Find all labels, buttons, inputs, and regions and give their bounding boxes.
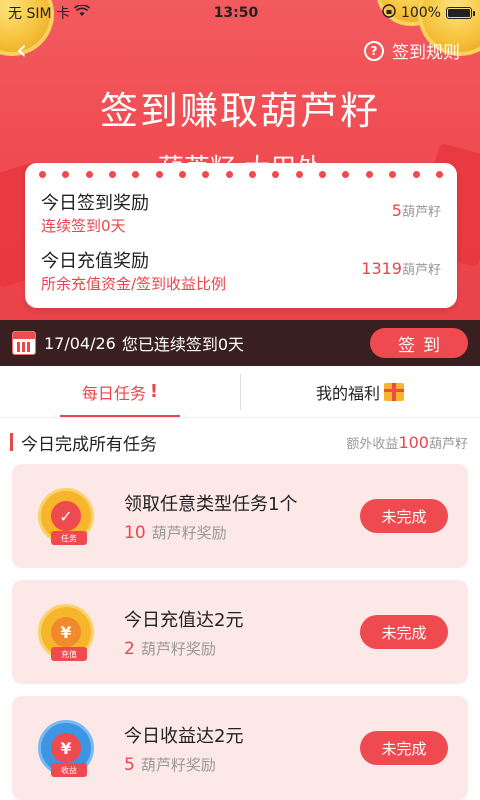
badge-ribbon: 充值: [51, 647, 87, 661]
recharge-reward-value: 1319葫芦籽: [361, 259, 441, 278]
card-dot: [319, 171, 327, 178]
task-status-button[interactable]: 未完成: [360, 615, 448, 649]
card-dot: [295, 171, 303, 178]
task-badge-icon: ✓ 任务: [38, 488, 94, 545]
card-dot: [272, 171, 280, 178]
signin-bar: 17/04/26 您已连续签到0天 签到: [0, 320, 480, 366]
card-dot: [342, 171, 350, 178]
task-reward-unit: 葫芦籽奖励: [151, 523, 227, 542]
signin-button[interactable]: 签到: [370, 328, 468, 358]
card-dot: [412, 171, 420, 178]
tab-bar: 每日任务 ! 我的福利: [0, 366, 480, 418]
status-bar: 无 SIM 卡 13:50 100%: [0, 0, 480, 26]
task-card: ¥ 收益 今日收益达2元 5 葫芦籽奖励 未完成: [12, 696, 468, 800]
task-body: 今日收益达2元 5 葫芦籽奖励: [124, 722, 360, 775]
recharge-reward-unit: 葫芦籽: [401, 263, 441, 278]
task-reward-number: 5: [124, 754, 135, 775]
section-header: 今日完成所有任务 额外收益100葫芦籽: [0, 428, 480, 456]
badge-ribbon: 任务: [51, 531, 87, 545]
task-title: 领取任意类型任务1个: [124, 493, 298, 515]
tab-my-benefits[interactable]: 我的福利: [240, 366, 480, 417]
alert-icon: !: [149, 381, 159, 402]
card-dot: [225, 171, 233, 178]
task-title: 今日收益达2元: [124, 725, 244, 747]
card-dot: [109, 171, 117, 178]
battery-icon: [445, 7, 475, 19]
task-reward-unit: 葫芦籽奖励: [140, 639, 216, 658]
card-dots-decoration: [39, 171, 443, 178]
section-title: 今日完成所有任务: [21, 434, 157, 455]
card-dot: [365, 171, 373, 178]
extra-reward-unit: 葫芦籽: [428, 436, 468, 452]
signin-date: 17/04/26: [44, 333, 116, 353]
tab-label: 我的福利: [315, 383, 380, 403]
recharge-badge-icon: ¥ 充值: [38, 604, 94, 661]
task-reward: 2 葫芦籽奖励: [124, 638, 360, 659]
signin-reward-unit: 葫芦籽: [401, 205, 441, 220]
task-reward: 10 葫芦籽奖励: [124, 522, 360, 543]
wifi-icon: [73, 4, 91, 21]
task-title: 今日充值达2元: [124, 609, 244, 631]
card-dot: [249, 171, 257, 178]
task-reward-unit: 葫芦籽奖励: [140, 755, 216, 774]
signin-reward-row: 今日签到奖励 连续签到0天 5葫芦籽: [41, 185, 441, 243]
card-dot: [202, 171, 210, 178]
badge-ribbon: 收益: [51, 763, 87, 777]
recharge-reward-number: 1319: [361, 259, 402, 278]
extra-reward-prefix: 额外收益: [346, 436, 399, 452]
carrier-text: 无 SIM 卡: [8, 6, 70, 22]
card-dot: [389, 171, 397, 178]
streak-text: 连续签到0天: [41, 217, 126, 235]
card-dot: [62, 171, 70, 178]
extra-reward-number: 100: [398, 432, 429, 452]
task-card: ✓ 任务 领取任意类型任务1个 10 葫芦籽奖励 未完成: [12, 464, 468, 568]
signin-status: 您已连续签到0天: [121, 335, 245, 354]
back-icon[interactable]: ‹: [16, 36, 40, 64]
recharge-reward-title: 今日充值奖励: [41, 251, 149, 272]
task-body: 今日充值达2元 2 葫芦籽奖励: [124, 606, 360, 659]
rules-link[interactable]: ? 签到规则: [364, 38, 460, 63]
recharge-desc: 所余充值资金/签到收益比例: [41, 275, 227, 293]
help-icon: ?: [364, 40, 384, 61]
clock: 13:50: [213, 5, 259, 21]
card-dot: [39, 171, 46, 178]
task-status-button[interactable]: 未完成: [360, 731, 448, 765]
task-card: ¥ 充值 今日充值达2元 2 葫芦籽奖励 未完成: [12, 580, 468, 684]
signin-reward-value: 5葫芦籽: [392, 201, 441, 220]
rules-label: 签到规则: [392, 43, 460, 63]
recharge-reward-row: 今日充值奖励 所余充值资金/签到收益比例 1319葫芦籽: [41, 243, 441, 301]
income-badge-icon: ¥ 收益: [38, 720, 94, 777]
card-dot: [85, 171, 93, 178]
task-reward-number: 2: [124, 638, 135, 659]
yen-icon: ¥: [51, 733, 81, 763]
battery-text: 100%: [400, 5, 441, 21]
section-accent-bar: [10, 433, 13, 451]
tab-daily-tasks[interactable]: 每日任务 !: [0, 366, 240, 417]
card-dot: [435, 171, 443, 178]
gift-icon: [384, 382, 404, 401]
check-icon: ✓: [51, 501, 81, 531]
signin-reward-title: 今日签到奖励: [41, 193, 149, 214]
tab-label: 每日任务: [81, 383, 146, 403]
card-dot: [155, 171, 163, 178]
lock-rotation-icon: [382, 4, 396, 22]
task-body: 领取任意类型任务1个 10 葫芦籽奖励: [124, 490, 360, 543]
task-reward-number: 10: [124, 522, 146, 543]
extra-reward: 额外收益100葫芦籽: [346, 433, 468, 452]
task-status-button[interactable]: 未完成: [360, 499, 448, 533]
card-dot: [179, 171, 187, 178]
signin-reward-number: 5: [391, 201, 402, 220]
calendar-icon: [12, 331, 36, 355]
task-reward: 5 葫芦籽奖励: [124, 754, 360, 775]
card-dot: [132, 171, 140, 178]
coin-icon: ¥: [51, 617, 81, 647]
page-title: 签到赚取葫芦籽: [99, 89, 380, 133]
reward-card: 今日签到奖励 连续签到0天 5葫芦籽 今日充值奖励 所余充值资金/签到收益比例 …: [25, 163, 457, 308]
